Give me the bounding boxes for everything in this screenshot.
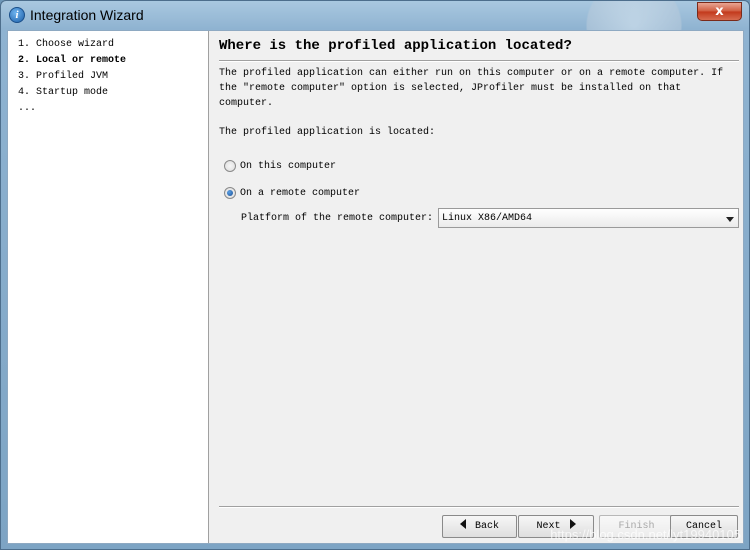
- wizard-page: Where is the profiled application locate…: [209, 31, 743, 543]
- option-remote-label[interactable]: On a remote computer: [240, 187, 360, 200]
- step-item-profiled-jvm: 3. Profiled JVM: [18, 71, 109, 82]
- back-button[interactable]: Back: [442, 515, 517, 538]
- wizard-client-area: 1. Choose wizard 2. Local or remote 3. P…: [7, 30, 744, 544]
- location-prompt: The profiled application is located:: [219, 127, 436, 138]
- option-local-label[interactable]: On this computer: [240, 160, 336, 173]
- step-item-more: ...: [18, 103, 37, 114]
- radio-local[interactable]: [224, 160, 236, 172]
- step-item-choose-wizard: 1. Choose wizard: [18, 39, 115, 50]
- step-list: 1. Choose wizard 2. Local or remote 3. P…: [8, 31, 209, 543]
- platform-select[interactable]: Linux X86/AMD64: [438, 208, 739, 228]
- back-button-label: Back: [474, 521, 499, 532]
- page-title: Where is the profiled application locate…: [219, 38, 572, 54]
- arrow-left-icon: [459, 519, 466, 529]
- platform-label: Platform of the remote computer:: [241, 213, 434, 224]
- chevron-down-icon[interactable]: [726, 217, 734, 222]
- button-bar-divider: [219, 506, 739, 508]
- page-description: The profiled application can either run …: [219, 68, 724, 109]
- jprofiler-icon: i: [9, 7, 25, 23]
- close-icon: x: [715, 4, 724, 19]
- window-title: Integration Wizard: [30, 7, 144, 23]
- close-button[interactable]: x: [697, 2, 742, 21]
- platform-select-value: Linux X86/AMD64: [442, 213, 533, 224]
- step-item-startup-mode: 4. Startup mode: [18, 87, 109, 98]
- watermark-text: https://blog.csdn.net/lyt19940105: [550, 527, 741, 542]
- step-item-local-or-remote: 2. Local or remote: [18, 55, 127, 66]
- radio-remote[interactable]: [224, 187, 236, 199]
- title-divider: [219, 60, 739, 62]
- integration-wizard-window: i Integration Wizard x 1. Choose wizard …: [0, 0, 750, 550]
- title-bar[interactable]: i Integration Wizard x: [1, 1, 749, 81]
